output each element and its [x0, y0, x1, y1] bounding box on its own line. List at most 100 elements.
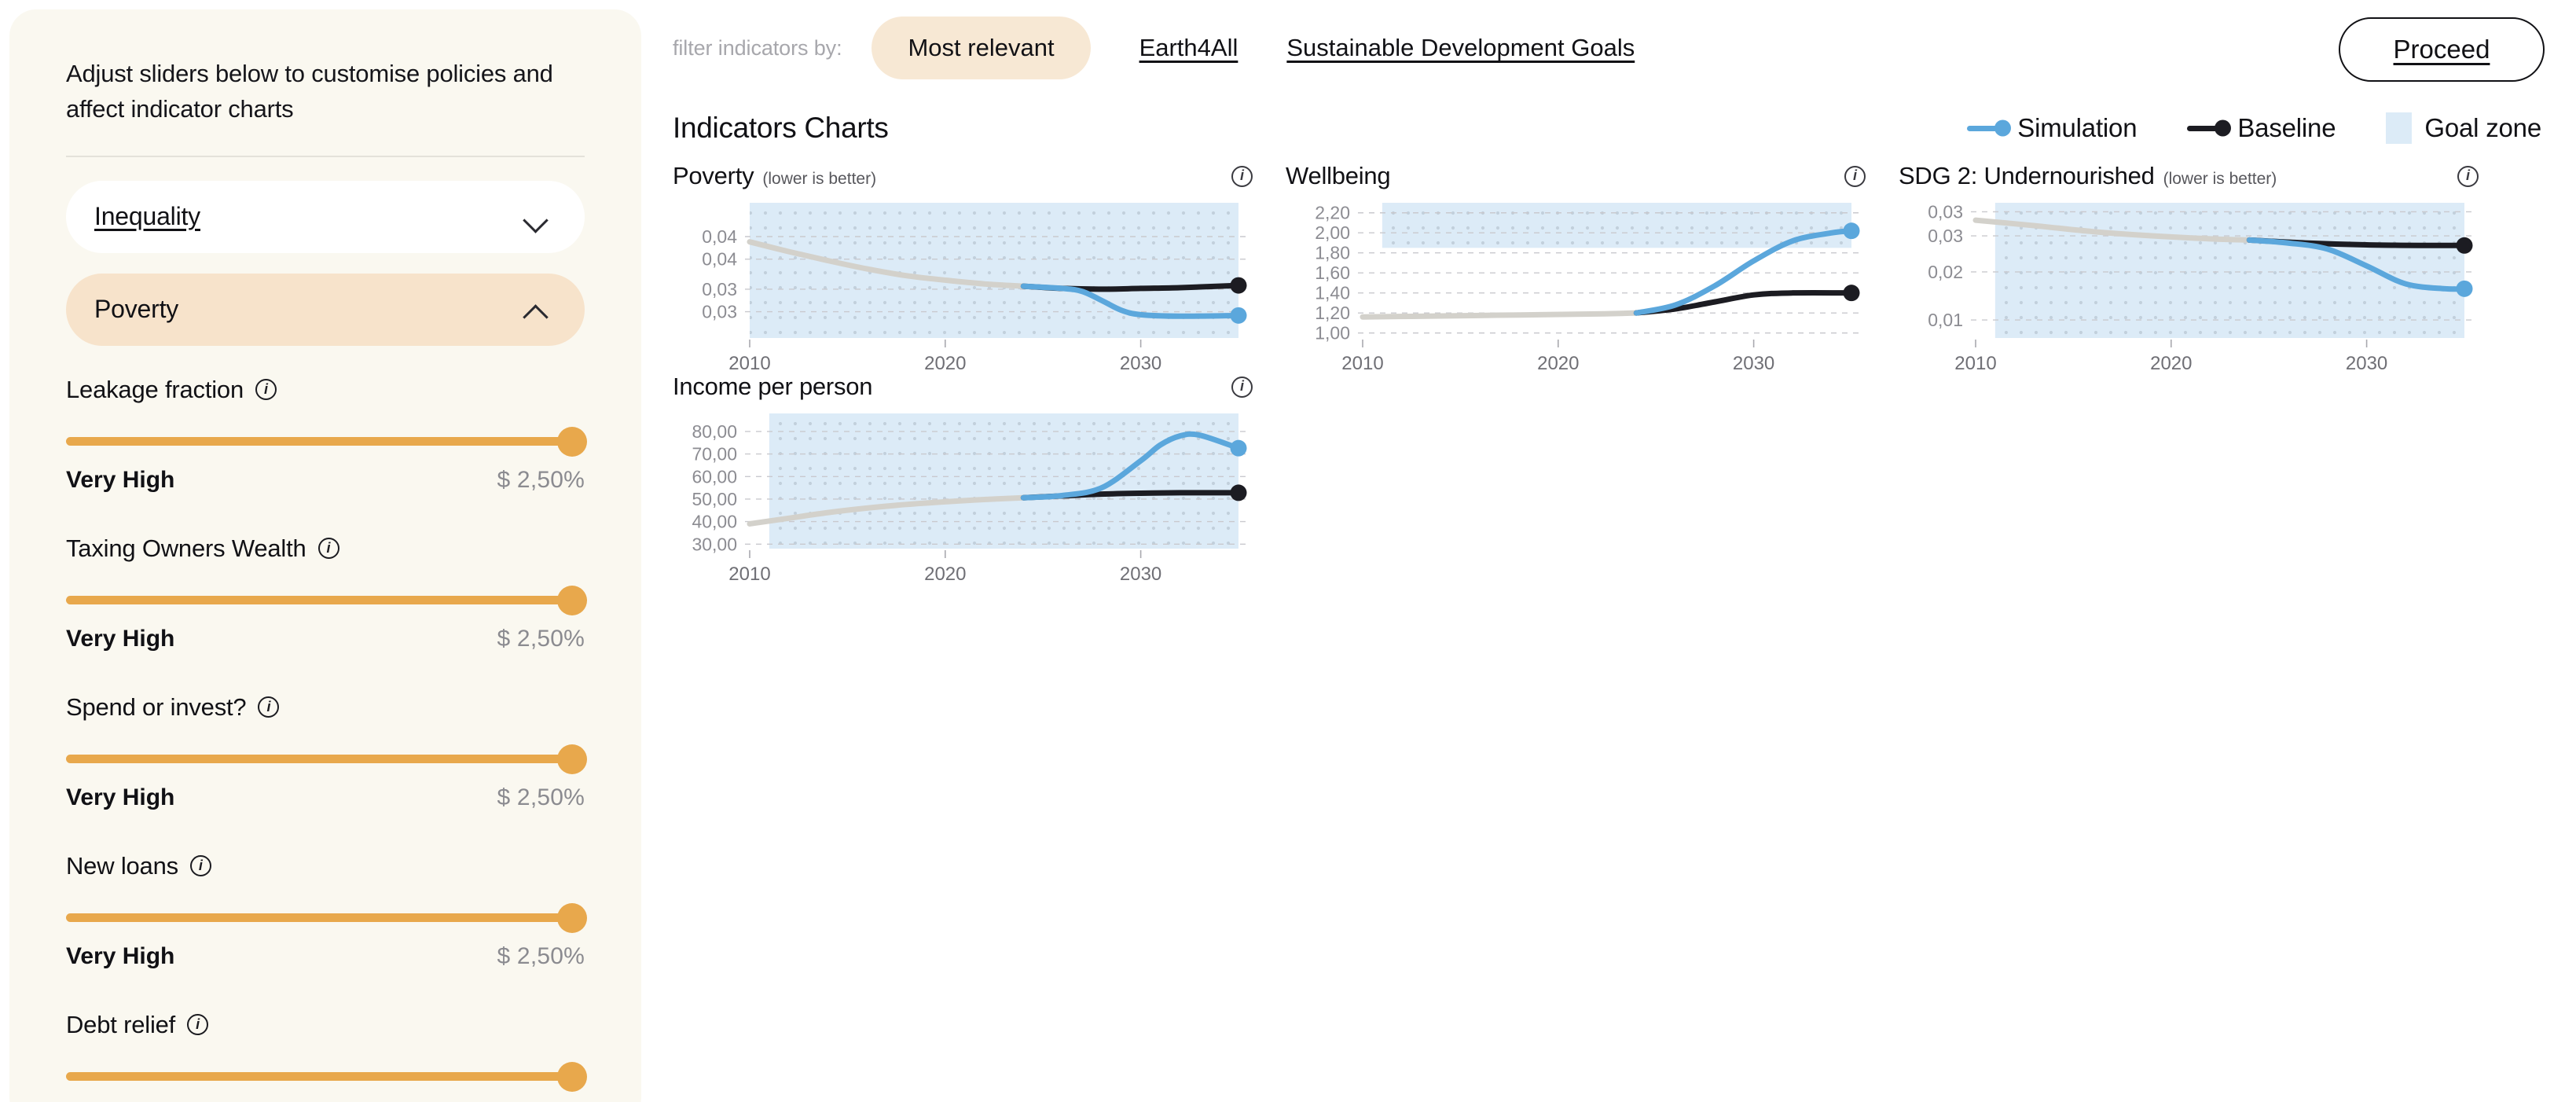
slider-label: Debt relief	[66, 1010, 176, 1038]
y-axis-tick-label: 0,03	[1928, 201, 1963, 222]
slider-value: $ 2,50%	[497, 942, 585, 969]
info-icon[interactable]: i	[1231, 165, 1253, 187]
info-icon[interactable]: i	[1844, 165, 1866, 187]
slider-thumb[interactable]	[557, 902, 587, 933]
chart-title-wrap: Poverty (lower is better)	[673, 162, 876, 190]
x-axis-tick-label: 2030	[1120, 353, 1161, 374]
y-axis-tick-label: 1,00	[1315, 323, 1350, 343]
x-axis-tick-label: 2010	[728, 353, 770, 374]
info-icon[interactable]: i	[255, 379, 277, 401]
goal-zone-dot-pattern	[1994, 203, 2464, 338]
baseline-line-icon	[2187, 125, 2226, 131]
chart-plot: 0,04 0,04 0,03 0,03 2010 2020 2030	[673, 195, 1286, 374]
info-icon[interactable]: i	[317, 538, 339, 560]
chart-title: Income per person	[673, 373, 873, 400]
filter-tab-earth4all[interactable]: Earth4All	[1139, 34, 1238, 62]
slider-thumb[interactable]	[557, 585, 587, 615]
slider-level: Very High	[66, 625, 175, 652]
info-icon[interactable]: i	[1231, 376, 1253, 398]
accordion-inequality[interactable]: Inequality	[66, 180, 585, 253]
slider-level: Very High	[66, 942, 175, 969]
chart-canvas: 0,040,04 0,03 0,03 2010 2020 2030	[702, 203, 1247, 374]
series-end-dot-baseline	[1230, 484, 1247, 501]
series-end-dot-baseline	[1230, 277, 1247, 294]
proceed-button[interactable]: Proceed	[2339, 17, 2545, 82]
y-axis-tick-label: 2,20	[1315, 203, 1350, 223]
info-icon[interactable]: i	[187, 1014, 209, 1036]
chart-grid: Poverty (lower is better) i 0,04 0,04 0,03…	[673, 162, 2545, 585]
legend-label: Simulation	[2017, 113, 2137, 142]
series-end-dot-simulation	[1230, 307, 1247, 324]
chart-legend: Simulation Baseline Goal zone	[1967, 112, 2541, 144]
chart-title-wrap: Wellbeing	[1286, 162, 1399, 190]
slider-track	[66, 1072, 585, 1082]
slider-control[interactable]	[66, 424, 587, 459]
y-axis-tick-label: 50,00	[692, 489, 737, 509]
slider-label: New loans	[66, 851, 178, 880]
charts-header: Indicators Charts Simulation Baseline Go…	[673, 96, 2545, 145]
chart-header: Income per person i	[673, 373, 1286, 401]
slider-footer: Very High $ 2,50%	[66, 784, 585, 811]
slider-thumb[interactable]	[557, 426, 587, 457]
chevron-down-icon	[525, 210, 549, 224]
chart-subtitle: (lower is better)	[2163, 170, 2277, 188]
chart-subtitle: (lower is better)	[762, 170, 877, 188]
slider-control[interactable]	[66, 901, 587, 935]
slider-value: $ 2,50%	[497, 625, 585, 652]
legend-label: Baseline	[2237, 113, 2336, 142]
chevron-up-icon	[525, 303, 549, 317]
chart-card-poverty: Poverty (lower is better) i 0,04 0,04 0,03…	[673, 162, 1286, 374]
chart-plot: 0,03 0,03 0,02 0,01 2010 2020 2030	[1899, 195, 2512, 374]
chart-title: SDG 2: Undernourished	[1899, 162, 2155, 189]
slider-label: Spend or invest?	[66, 692, 247, 721]
series-end-dot-simulation	[1230, 439, 1247, 457]
slider-header: Spend or invest? i	[66, 693, 585, 722]
y-axis-tick-label: 80,00	[692, 421, 737, 442]
slider-new-loans: New loans i Very High $ 2,50%	[66, 851, 587, 970]
filter-tab-sdg[interactable]: Sustainable Development Goals	[1286, 34, 1635, 62]
slider-level: Very High	[66, 784, 175, 810]
filter-tab-most-relevant[interactable]: Most relevant	[872, 17, 1091, 79]
slider-track	[66, 437, 585, 446]
chart-canvas: 80,0070,0060,0050,00 40,0030,00 2010 2020 20…	[692, 413, 1247, 585]
series-line-baseline	[1633, 289, 1855, 316]
series-end-dot-simulation	[2456, 280, 2473, 297]
slider-control[interactable]	[66, 1060, 587, 1094]
y-axis-tick-label: 0,02	[1928, 262, 1963, 282]
info-icon[interactable]: i	[189, 855, 211, 877]
goal-zone-swatch-icon	[2386, 112, 2413, 144]
x-axis-tick-label: 2020	[1537, 353, 1579, 374]
slider-leakage-fraction: Leakage fraction i Very High $ 2,50%	[66, 376, 587, 494]
sidebar-intro-text: Adjust sliders below to customise polici…	[66, 60, 553, 123]
app-root: Adjust sliders below to customise polici…	[0, 0, 2576, 1102]
chart-header: SDG 2: Undernourished (lower is better) …	[1899, 162, 2512, 190]
slider-header: Debt relief i	[66, 1011, 585, 1039]
x-axis-tick-label: 2020	[924, 353, 966, 374]
chart-title-wrap: SDG 2: Undernourished (lower is better)	[1899, 162, 2277, 190]
accordion-poverty[interactable]: Poverty	[66, 273, 585, 346]
accordion-poverty-label: Poverty	[94, 295, 179, 324]
y-axis-tick-label: 40,00	[692, 512, 737, 532]
charts-section-title: Indicators Charts	[673, 112, 889, 144]
info-icon[interactable]: i	[2457, 165, 2479, 187]
chart-title: Wellbeing	[1286, 162, 1391, 189]
y-axis-tick-label: 1,20	[1315, 303, 1350, 323]
y-axis-tick-label: 30,00	[692, 534, 737, 554]
slider-footer: Very High $ 2,50%	[66, 943, 585, 970]
series-line-history	[1360, 310, 1639, 320]
y-axis-tick-label: 0,03	[702, 302, 737, 322]
slider-thumb[interactable]	[557, 1061, 587, 1092]
slider-value: $ 2,50%	[497, 784, 585, 810]
slider-control[interactable]	[66, 742, 587, 777]
x-axis-tick-label: 2010	[1341, 353, 1383, 374]
info-icon[interactable]: i	[258, 696, 280, 718]
slider-header: Taxing Owners Wealth i	[66, 534, 585, 563]
slider-control[interactable]	[66, 583, 587, 618]
proceed-button-label: Proceed	[2393, 35, 2490, 64]
slider-thumb[interactable]	[557, 744, 587, 774]
chart-plot: 80,00 70,00 60,00 50,00 40,00 30,00 2010 2020 20…	[673, 406, 1286, 585]
chart-title-wrap: Income per person	[673, 373, 881, 401]
x-axis-tick-label: 2010	[728, 564, 770, 585]
chart-canvas: 0,03 0,03 0,02 0,01 2010 2020 2030	[1928, 201, 2473, 374]
y-axis-tick-label: 0,03	[702, 279, 737, 299]
